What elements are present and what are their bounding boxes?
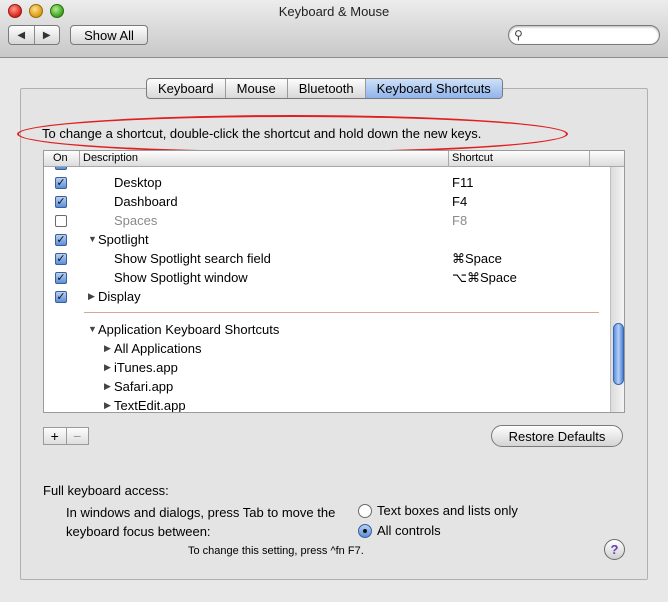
radio-all-controls[interactable]: All controls bbox=[358, 523, 441, 538]
full-keyboard-access-title: Full keyboard access: bbox=[43, 483, 169, 498]
shortcut-group-label: Application Keyboard Shortcuts bbox=[98, 322, 280, 337]
application-label: iTunes.app bbox=[114, 360, 178, 375]
table-row[interactable]: Spaces F8 bbox=[44, 212, 609, 231]
tab-keyboard[interactable]: Keyboard bbox=[147, 79, 226, 98]
shortcut-keys[interactable]: F4 bbox=[452, 194, 467, 209]
table-row[interactable]: ✓ Show Spotlight window ⌥⌘Space bbox=[44, 269, 609, 288]
column-divider bbox=[79, 151, 80, 167]
enabled-checkbox[interactable]: ✓ bbox=[55, 272, 67, 284]
table-row[interactable]: ✓ ▶ Display bbox=[44, 288, 609, 307]
table-row[interactable]: ✓ Show Spotlight search field ⌘Space bbox=[44, 250, 609, 269]
column-header-shortcut[interactable]: Shortcut bbox=[452, 152, 493, 164]
enabled-checkbox[interactable]: ✓ bbox=[55, 196, 67, 208]
disclosure-triangle-collapsed-icon[interactable]: ▶ bbox=[104, 381, 111, 392]
add-shortcut-button[interactable]: + bbox=[44, 428, 67, 444]
table-header: On Description Shortcut bbox=[44, 151, 624, 167]
tab-keyboard-shortcuts[interactable]: Keyboard Shortcuts bbox=[365, 79, 502, 98]
shortcut-description: Spaces bbox=[114, 213, 158, 228]
instruction-text: To change a shortcut, double-click the s… bbox=[42, 126, 482, 141]
enabled-checkbox[interactable]: ✓ bbox=[55, 167, 67, 170]
enabled-checkbox[interactable] bbox=[55, 215, 67, 227]
shortcut-description: Show Spotlight window bbox=[114, 270, 248, 285]
table-row[interactable]: ▼ Application Keyboard Shortcuts bbox=[44, 321, 609, 340]
column-header-description[interactable]: Description bbox=[83, 152, 138, 164]
enabled-checkbox[interactable]: ✓ bbox=[55, 291, 67, 303]
disclosure-triangle-expanded-icon[interactable]: ▼ bbox=[88, 234, 97, 244]
magnifier-icon: ⚲ bbox=[514, 28, 523, 42]
keyboard-access-hint: To change this setting, press ^fn F7. bbox=[188, 545, 364, 557]
forward-arrow-icon: ▶ bbox=[42, 29, 51, 41]
column-divider bbox=[448, 151, 449, 167]
question-mark-icon: ? bbox=[610, 542, 619, 557]
window-title: Keyboard & Mouse bbox=[278, 4, 390, 19]
shortcut-group-label: Spotlight bbox=[98, 232, 149, 247]
table-row[interactable]: ▶ All Applications bbox=[44, 340, 609, 359]
column-divider bbox=[589, 151, 590, 167]
disclosure-triangle-collapsed-icon[interactable]: ▶ bbox=[104, 343, 111, 354]
table-row[interactable]: ▶ Safari.app bbox=[44, 378, 609, 397]
shortcut-keys[interactable]: F8 bbox=[452, 213, 467, 228]
section-separator bbox=[84, 312, 599, 313]
application-label: All Applications bbox=[114, 341, 202, 356]
enabled-checkbox[interactable]: ✓ bbox=[55, 234, 67, 246]
full-keyboard-access-description: In windows and dialogs, press Tab to mov… bbox=[66, 505, 336, 539]
radio-button[interactable] bbox=[358, 503, 372, 518]
add-remove-control: + − bbox=[43, 427, 89, 445]
shortcut-keys[interactable]: ⌘Space bbox=[452, 251, 502, 267]
disclosure-triangle-expanded-icon[interactable]: ▼ bbox=[88, 324, 97, 334]
forward-button[interactable]: ▶ bbox=[35, 26, 60, 44]
back-button[interactable]: ◀ bbox=[9, 26, 35, 44]
scrollbar-thumb[interactable] bbox=[613, 323, 624, 385]
shortcut-keys[interactable]: F11 bbox=[452, 175, 473, 190]
radio-text-boxes-only[interactable]: Text boxes and lists only bbox=[358, 503, 518, 518]
shortcut-description: Desktop bbox=[114, 175, 162, 190]
enabled-checkbox[interactable]: ✓ bbox=[55, 177, 67, 189]
shortcut-keys[interactable]: ⌥⌘Space bbox=[452, 270, 517, 286]
table-row[interactable]: ✓ Desktop F11 bbox=[44, 174, 609, 193]
shortcut-description: Dashboard bbox=[114, 194, 178, 209]
remove-shortcut-button[interactable]: − bbox=[67, 428, 89, 444]
back-arrow-icon: ◀ bbox=[17, 29, 26, 41]
table-row[interactable]: ▶ iTunes.app bbox=[44, 359, 609, 378]
application-label: Safari.app bbox=[114, 379, 174, 394]
show-all-button[interactable]: Show All bbox=[70, 25, 148, 45]
back-forward-control: ◀ ▶ bbox=[8, 25, 60, 45]
disclosure-triangle-collapsed-icon[interactable]: ▶ bbox=[104, 400, 111, 411]
disclosure-triangle-collapsed-icon[interactable]: ▶ bbox=[88, 291, 95, 302]
enabled-checkbox[interactable]: ✓ bbox=[55, 253, 67, 265]
disclosure-triangle-collapsed-icon[interactable]: ▶ bbox=[104, 362, 111, 373]
radio-button[interactable] bbox=[358, 523, 372, 538]
shortcut-group-label: Display bbox=[98, 289, 141, 304]
table-row[interactable]: ✓ Dashboard F4 bbox=[44, 193, 609, 212]
shortcut-description: Show Spotlight search field bbox=[114, 251, 271, 266]
table-body: ✓ ✓ Desktop F11 ✓ Dashboard F4 Spaces F8… bbox=[44, 167, 609, 413]
help-button[interactable]: ? bbox=[604, 539, 625, 560]
table-row[interactable]: ▶ TextEdit.app bbox=[44, 397, 609, 413]
vertical-scrollbar[interactable] bbox=[610, 167, 624, 412]
tab-mouse[interactable]: Mouse bbox=[226, 79, 288, 98]
radio-label: All controls bbox=[377, 523, 441, 538]
shortcuts-table: On Description Shortcut ✓ ✓ Desktop F11 … bbox=[43, 150, 625, 413]
application-label: TextEdit.app bbox=[114, 398, 186, 413]
title-bar: Keyboard & Mouse ◀ ▶ Show All ⚲ bbox=[0, 0, 668, 58]
table-row[interactable]: ✓ bbox=[44, 167, 609, 174]
tab-bluetooth[interactable]: Bluetooth bbox=[288, 79, 366, 98]
search-input[interactable] bbox=[529, 27, 655, 43]
search-field[interactable]: ⚲ bbox=[508, 25, 660, 45]
column-header-on[interactable]: On bbox=[53, 152, 68, 164]
preferences-window: Keyboard & Mouse ◀ ▶ Show All ⚲ Keyboard… bbox=[0, 0, 668, 602]
tab-bar: Keyboard Mouse Bluetooth Keyboard Shortc… bbox=[146, 78, 503, 99]
restore-defaults-button[interactable]: Restore Defaults bbox=[491, 425, 623, 447]
table-row[interactable]: ✓ ▼ Spotlight bbox=[44, 231, 609, 250]
radio-label: Text boxes and lists only bbox=[377, 503, 518, 518]
